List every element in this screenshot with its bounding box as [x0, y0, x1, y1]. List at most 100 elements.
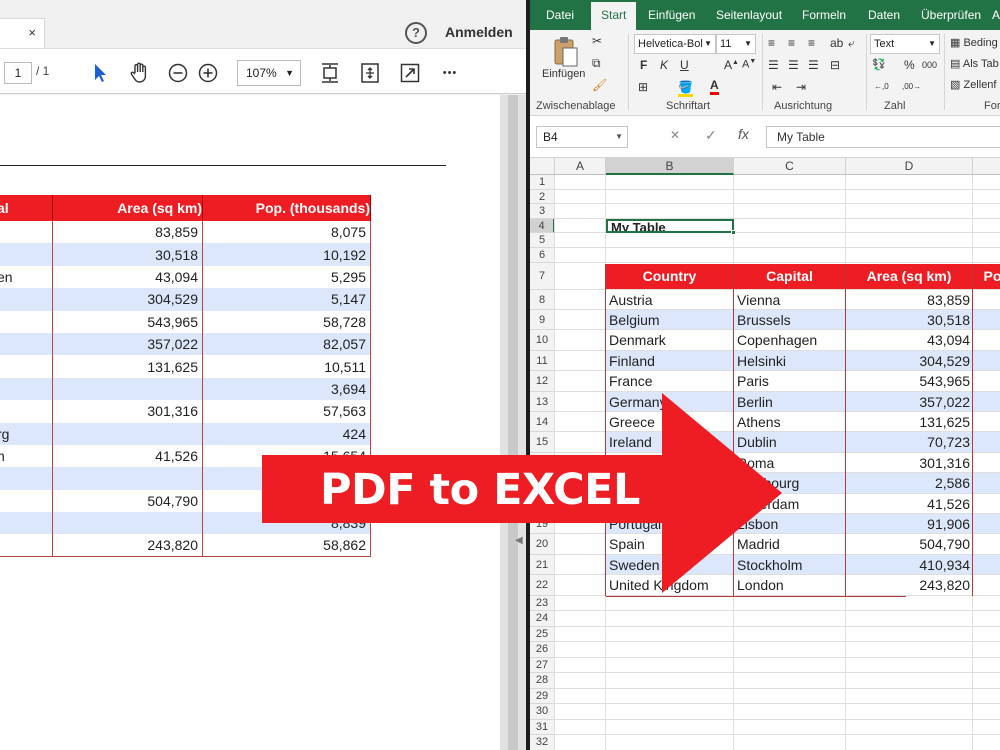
percent-icon[interactable]: % — [904, 58, 915, 72]
orientation-icon[interactable]: ab — [830, 36, 843, 50]
tab-file[interactable]: Datei — [546, 8, 574, 22]
excel-cell-area[interactable]: 504,790 — [849, 534, 970, 554]
bold-button[interactable]: F — [640, 58, 647, 72]
italic-button[interactable]: K — [660, 58, 668, 72]
excel-cell-country[interactable]: Denmark — [609, 330, 731, 350]
tab-start[interactable]: Start — [591, 2, 637, 30]
column-header-e[interactable] — [973, 158, 1000, 175]
format-as-table-button[interactable]: ▤ Als Tab — [950, 57, 999, 70]
copy-icon[interactable]: ⧉ — [592, 56, 601, 71]
align-center-icon[interactable]: ☰ — [788, 58, 799, 72]
close-tab-icon[interactable]: × — [28, 25, 36, 40]
excel-cell-area[interactable]: 2,586 — [849, 473, 970, 493]
fill-color-icon[interactable]: 🪣 — [678, 80, 693, 97]
row-header-6[interactable]: 6 — [530, 248, 555, 263]
signin-button[interactable]: Anmelden — [445, 24, 513, 40]
page-number-input[interactable]: 1 — [4, 62, 32, 84]
cell-styles-button[interactable]: ▧ Zellenf — [950, 78, 997, 91]
excel-cell-area[interactable]: 83,859 — [849, 290, 970, 310]
rotate-view-icon[interactable] — [358, 61, 382, 85]
excel-cell-capital[interactable]: Helsinki — [737, 351, 843, 371]
align-top-icon[interactable]: ≡ — [768, 36, 775, 50]
excel-cell-country[interactable]: Belgium — [609, 310, 731, 330]
excel-cell-country[interactable]: France — [609, 371, 731, 391]
row-header-11[interactable]: 11 — [530, 350, 555, 372]
tab-review[interactable]: Überprüfen — [921, 8, 981, 22]
fill-handle[interactable] — [731, 230, 736, 236]
row-header-30[interactable]: 30 — [530, 704, 555, 720]
excel-cell-capital[interactable]: Paris — [737, 371, 843, 391]
align-left-icon[interactable]: ☰ — [768, 58, 779, 72]
excel-cell-capital[interactable]: Vienna — [737, 290, 843, 310]
tab-view[interactable]: A — [992, 8, 1000, 22]
excel-cell-area[interactable]: 301,316 — [849, 453, 970, 473]
excel-cell-area[interactable]: 91,906 — [849, 514, 970, 534]
excel-cell-area[interactable]: 41,526 — [849, 494, 970, 514]
row-header-2[interactable]: 2 — [530, 189, 555, 205]
excel-cell-area[interactable]: 357,022 — [849, 392, 970, 412]
font-name-select[interactable]: Helvetica-Bol ▼ — [634, 34, 716, 54]
row-header-10[interactable]: 10 — [530, 330, 555, 351]
align-middle-icon[interactable]: ≡ — [788, 36, 795, 50]
tab-data[interactable]: Daten — [868, 8, 900, 22]
name-box[interactable]: B4 ▼ — [536, 126, 628, 148]
zoom-in-icon[interactable] — [196, 61, 220, 85]
tab-page-layout[interactable]: Seitenlayout — [716, 8, 782, 22]
number-format-select[interactable]: Text ▼ — [870, 34, 940, 54]
document-tab[interactable]: × — [0, 18, 45, 48]
excel-cell-area[interactable]: 543,965 — [849, 371, 970, 391]
grow-font-icon[interactable]: A▲ — [724, 58, 739, 72]
underline-button[interactable]: U — [680, 58, 689, 72]
column-header-d[interactable]: D — [846, 158, 973, 175]
cut-icon[interactable]: ✂ — [592, 34, 602, 48]
cell-b4-title[interactable]: My Table — [606, 218, 734, 234]
row-header-31[interactable]: 31 — [530, 719, 555, 736]
tab-formulas[interactable]: Formeln — [802, 8, 846, 22]
column-header-c[interactable]: C — [734, 158, 846, 175]
increase-decimal-icon[interactable]: ←,0 — [874, 82, 889, 91]
enter-icon[interactable]: ✓ — [705, 127, 717, 144]
row-header-7[interactable]: 7 — [530, 262, 555, 290]
fullscreen-icon[interactable] — [398, 61, 422, 85]
excel-cell-area[interactable]: 410,934 — [849, 555, 970, 575]
row-header-27[interactable]: 27 — [530, 657, 555, 674]
row-header-8[interactable]: 8 — [530, 289, 555, 310]
paste-icon[interactable] — [552, 36, 580, 71]
row-header-24[interactable]: 24 — [530, 611, 555, 627]
select-cursor-icon[interactable] — [88, 61, 112, 85]
excel-cell-area[interactable]: 243,820 — [849, 575, 970, 595]
row-header-29[interactable]: 29 — [530, 688, 555, 705]
thousands-icon[interactable]: 000 — [922, 60, 937, 70]
column-header-a[interactable]: A — [555, 158, 606, 175]
paste-button[interactable]: Einfügen — [542, 68, 585, 80]
excel-cell-capital[interactable]: Brussels — [737, 310, 843, 330]
row-header-12[interactable]: 12 — [530, 371, 555, 392]
formula-input[interactable]: My Table — [766, 126, 1000, 148]
row-header-28[interactable]: 28 — [530, 673, 555, 689]
font-size-select[interactable]: 11 ▼ — [716, 34, 756, 54]
row-header-26[interactable]: 26 — [530, 642, 555, 658]
align-right-icon[interactable]: ☰ — [808, 58, 819, 72]
row-header-32[interactable]: 32 — [530, 735, 555, 750]
row-header-4[interactable]: 4 — [530, 218, 555, 234]
borders-icon[interactable]: ⊞ — [638, 80, 648, 94]
fit-page-icon[interactable] — [318, 61, 342, 85]
currency-icon[interactable]: 💱 — [872, 58, 886, 71]
help-icon[interactable]: ? — [405, 22, 427, 44]
excel-cell-country[interactable]: Finland — [609, 351, 731, 371]
insert-function-icon[interactable]: fx — [738, 126, 749, 142]
merge-center-icon[interactable]: ⊟ — [830, 58, 840, 72]
zoom-out-icon[interactable] — [166, 61, 190, 85]
format-painter-icon[interactable]: 🖌 — [592, 78, 607, 92]
row-header-5[interactable]: 5 — [530, 233, 555, 248]
shrink-font-icon[interactable]: A▼ — [742, 58, 756, 71]
row-header-9[interactable]: 9 — [530, 310, 555, 331]
row-header-3[interactable]: 3 — [530, 204, 555, 219]
decrease-indent-icon[interactable]: ⇤ — [772, 80, 782, 94]
excel-cell-area[interactable]: 43,094 — [849, 330, 970, 350]
cancel-icon[interactable]: ✕ — [670, 128, 680, 142]
more-options-icon[interactable]: ••• — [438, 61, 462, 85]
excel-cell-area[interactable]: 30,518 — [849, 310, 970, 330]
row-header-1[interactable]: 1 — [530, 175, 555, 190]
align-bottom-icon[interactable]: ≡ — [808, 36, 815, 50]
